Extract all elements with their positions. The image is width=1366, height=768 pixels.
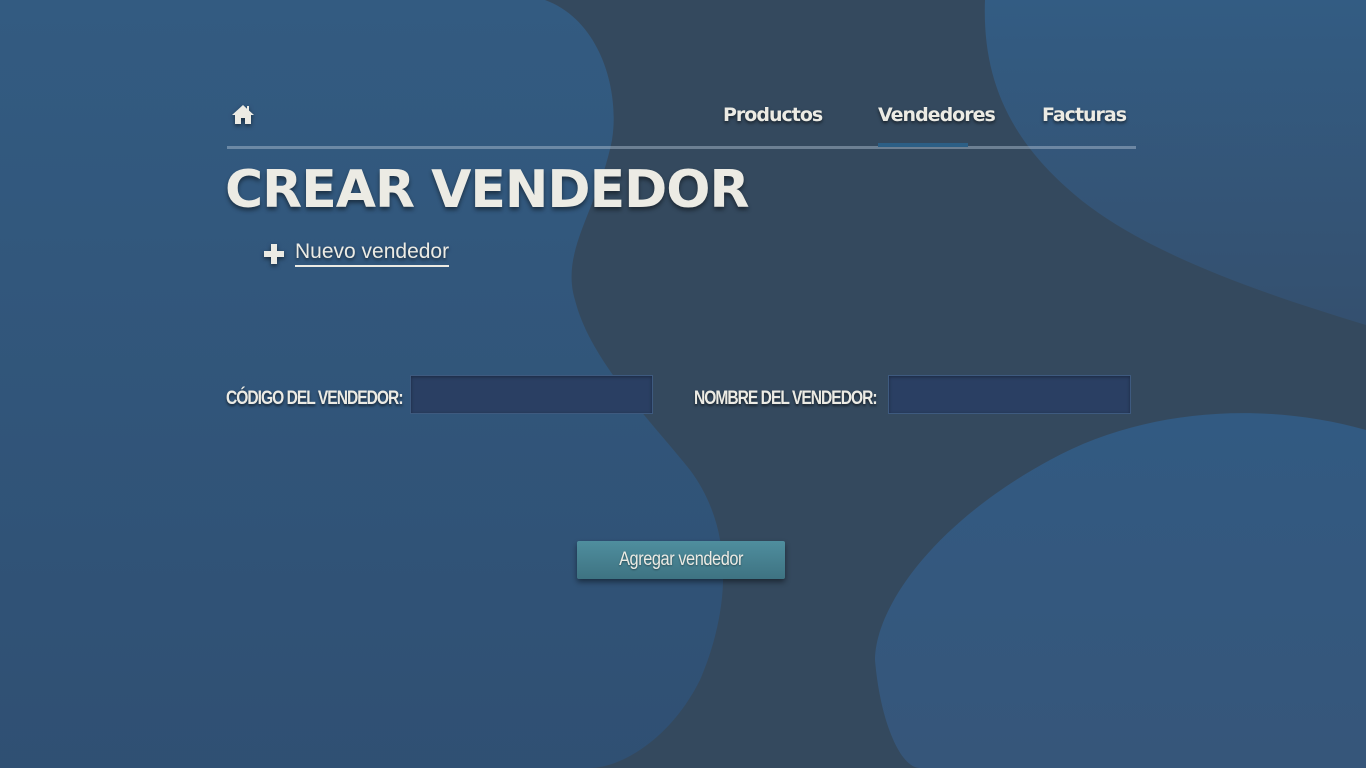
top-nav: Productos Vendedores Facturas [227, 96, 1136, 149]
new-vendor-link[interactable]: Nuevo vendedor [263, 240, 450, 267]
nav-active-indicator [878, 143, 968, 147]
nombre-input[interactable] [888, 375, 1131, 414]
home-icon [232, 105, 254, 124]
plus-icon [264, 243, 284, 264]
nav-facturas[interactable]: Facturas [1042, 104, 1127, 126]
add-vendor-button[interactable]: Agregar vendedor [577, 541, 785, 579]
codigo-input[interactable] [410, 375, 653, 414]
home-link[interactable] [231, 104, 255, 126]
nombre-label: NOMBRE DEL VENDEDOR: [694, 388, 878, 409]
page: Productos Vendedores Facturas CREAR VEND… [0, 0, 1366, 768]
codigo-label: CÓDIGO DEL VENDEDOR: [226, 388, 404, 409]
nav-vendedores[interactable]: Vendedores [878, 104, 996, 126]
nav-productos[interactable]: Productos [723, 104, 823, 126]
add-vendor-button-label: Agregar vendedor [619, 549, 743, 570]
new-vendor-label: Nuevo vendedor [295, 240, 450, 267]
page-title: CREAR VENDEDOR [225, 160, 749, 220]
